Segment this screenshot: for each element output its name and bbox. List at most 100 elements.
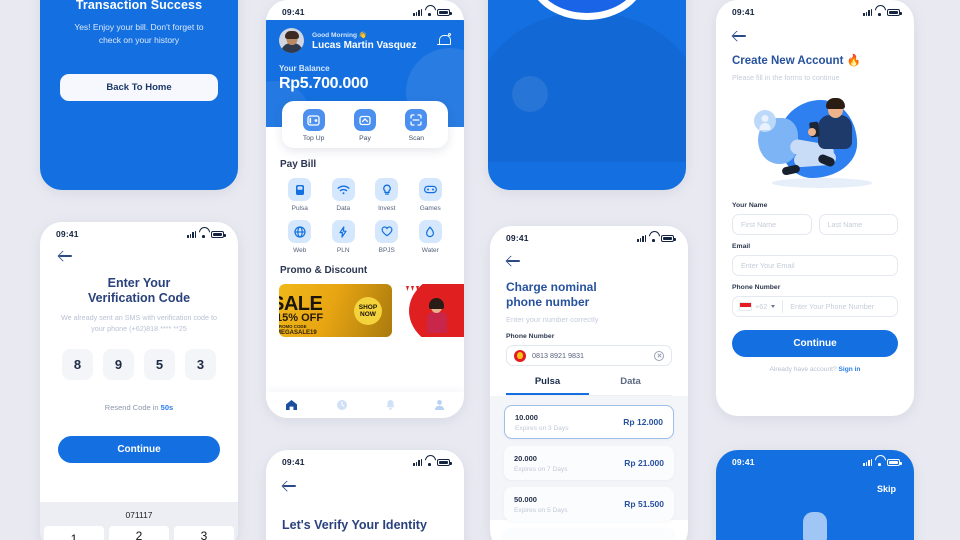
name-label: Your Name (732, 202, 768, 209)
otp-digit-4[interactable]: 3 (185, 349, 216, 380)
action-label: Top Up (302, 135, 325, 142)
tab-profile[interactable] (434, 399, 445, 411)
bolt-icon (331, 220, 355, 243)
promo-carousel: SALE 15% OFF PROMO CODE MEGASALE19 SHOP … (266, 276, 464, 337)
otp-digit-1[interactable]: 8 (62, 349, 93, 380)
promo-card-merdeka[interactable]: PROMO MERDEKA 17% + 8% (400, 284, 464, 337)
screen-home-dashboard: 09:41 Good Morning 👋 Lucas Martin Vasque… (266, 0, 464, 418)
bill-item-invest[interactable]: Invest (365, 178, 409, 212)
back-button[interactable] (58, 248, 74, 264)
tab-home[interactable] (285, 399, 298, 411)
back-button[interactable] (506, 253, 522, 269)
signup-subtitle: Please fill in the forms to continue (732, 73, 840, 82)
avatar[interactable] (279, 28, 304, 53)
key-3[interactable]: 3 D E F (174, 526, 234, 540)
globe-icon (288, 220, 312, 243)
bill-item-games[interactable]: Games (409, 178, 453, 212)
key-2[interactable]: 2 A B C (109, 526, 169, 540)
promo-person-illustration (426, 297, 448, 333)
action-pay[interactable]: Pay (353, 109, 376, 142)
status-bar: 09:41 (490, 226, 688, 246)
pay-bill-title: Pay Bill (280, 159, 317, 170)
bill-item-pln[interactable]: PLN (322, 220, 366, 254)
status-bar: 09:41 (716, 0, 914, 20)
status-time: 09:41 (282, 7, 305, 17)
clear-icon[interactable] (654, 350, 664, 361)
bill-item-data[interactable]: Data (322, 178, 366, 212)
wifi-icon (199, 231, 208, 238)
charge-title: Charge nominal phone number (506, 280, 672, 309)
nominal-item[interactable]: 10.000 Expires on 3 Days Rp 12.000 (504, 405, 674, 439)
nominal-expiry: Expires on 7 Days (514, 465, 568, 473)
resend-code-text[interactable]: Resend Code in 50s (58, 403, 220, 412)
battery-icon (437, 8, 452, 16)
bill-item-web[interactable]: Web (278, 220, 322, 254)
phone-number-input[interactable]: 0813 8921 9831 (506, 345, 672, 366)
screen-splash: FastPay Easily to save money (488, 0, 686, 190)
first-name-input[interactable]: First Name (732, 214, 812, 235)
promo-card-sale[interactable]: SALE 15% OFF PROMO CODE MEGASALE19 SHOP … (279, 284, 392, 337)
wifi-icon (425, 459, 434, 466)
bill-label: Invest (378, 205, 396, 212)
email-placeholder: Enter Your Email (741, 261, 795, 270)
otp-digit-2[interactable]: 9 (103, 349, 134, 380)
battery-icon (887, 458, 902, 466)
bill-item-bpjs[interactable]: BPJS (365, 220, 409, 254)
screen-create-account: 09:41 Create New Account 🔥 Please fill i… (716, 0, 914, 416)
nominal-amount: 50.000 (514, 494, 537, 504)
bill-item-pulsa[interactable]: Pulsa (278, 178, 322, 212)
signal-icon (863, 458, 872, 466)
nominal-item[interactable]: 20.000 Expires on 7 Days Rp 21.000 (504, 446, 674, 480)
bill-label: BPJS (378, 247, 395, 254)
signin-link[interactable]: Sign in (838, 366, 860, 373)
nominal-item[interactable]: 50.000 Expires on 5 Days Rp 51.500 (504, 487, 674, 521)
skip-button[interactable]: Skip (716, 470, 914, 494)
phone-number-value: 0813 8921 9831 (532, 351, 584, 360)
back-to-home-button[interactable]: Back To Home (60, 74, 218, 101)
phone-input[interactable]: +62 Enter Your Phone Number (732, 296, 898, 317)
phone-icon (288, 178, 312, 201)
status-time: 09:41 (56, 229, 79, 239)
tab-pulsa[interactable]: Pulsa (506, 376, 589, 395)
signal-icon (413, 8, 422, 16)
wifi-icon (425, 9, 434, 16)
screen-verify-identity: 09:41 Let's Verify Your Identity (266, 450, 464, 540)
success-title: Transaction Success (75, 0, 203, 12)
status-time: 09:41 (282, 457, 305, 467)
balance-label: Your Balance (279, 64, 330, 73)
tab-data[interactable]: Data (589, 376, 672, 395)
signal-icon (187, 230, 196, 238)
heart-icon (375, 220, 399, 243)
country-code: +62 (755, 302, 768, 311)
nominal-item-partial[interactable] (504, 528, 674, 540)
bill-label: Water (421, 247, 439, 254)
email-input[interactable]: Enter Your Email (732, 255, 898, 276)
bill-item-water[interactable]: Water (409, 220, 453, 254)
last-name-input[interactable]: Last Name (818, 214, 898, 235)
action-scan[interactable]: Scan (405, 109, 428, 142)
tab-notifications[interactable] (385, 399, 396, 411)
back-button[interactable] (732, 28, 748, 44)
continue-button[interactable]: Continue (58, 436, 220, 463)
key-1[interactable]: 1 (44, 526, 104, 540)
shop-now-badge[interactable]: SHOP NOW (354, 297, 382, 325)
verification-title: Enter Your Verification Code (58, 276, 220, 306)
bell-icon[interactable] (437, 33, 451, 48)
nominal-list: 10.000 Expires on 3 Days Rp 12.000 20.00… (490, 396, 688, 540)
bill-label: Pulsa (291, 205, 308, 212)
action-top-up[interactable]: Top Up (302, 109, 325, 142)
nominal-amount: 20.000 (514, 453, 537, 463)
tab-history[interactable] (336, 399, 348, 411)
screen-verification-code: 09:41 Enter Your Verification Code We al… (40, 222, 238, 540)
promo-title: Promo & Discount (280, 265, 368, 276)
charge-title-line1: Charge nominal (506, 280, 597, 294)
otp-digit-3[interactable]: 5 (144, 349, 175, 380)
signal-icon (413, 458, 422, 466)
bill-category-grid: Pulsa Data Invest Games Web PLN BPJS Wat… (266, 170, 464, 254)
status-bar: 09:41 (40, 222, 238, 242)
continue-button[interactable]: Continue (732, 330, 898, 357)
shop-now-line1: SHOP (358, 304, 378, 311)
chevron-down-icon[interactable] (771, 305, 776, 308)
back-button[interactable] (282, 478, 298, 494)
keyboard-suggestion[interactable]: 071117 (40, 506, 238, 526)
